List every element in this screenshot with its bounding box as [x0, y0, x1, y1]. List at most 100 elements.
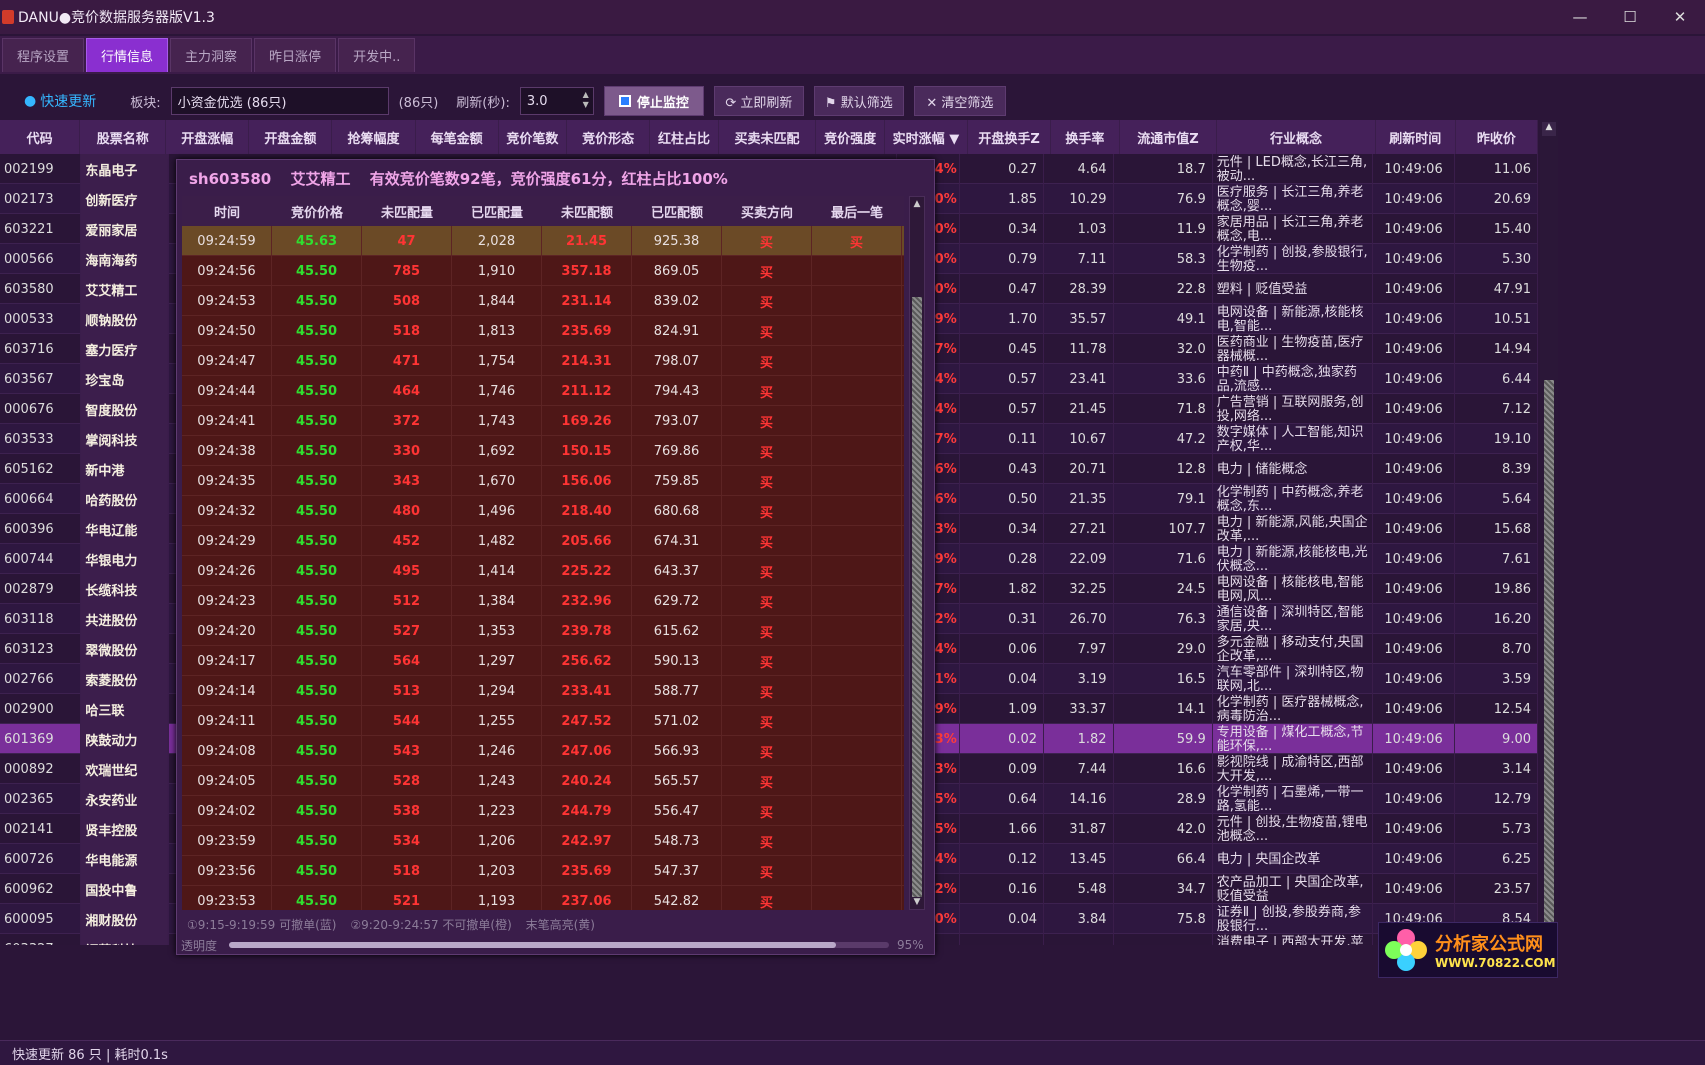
auction-row[interactable]: 09:24:56 45.50 785 1,910 357.18 869.05 买 — [182, 256, 904, 286]
cell-t3 — [1114, 934, 1213, 945]
auction-cell — [812, 736, 902, 766]
cell-code: 000676 — [0, 394, 82, 424]
auction-column-header[interactable]: 最后一笔 — [812, 196, 902, 226]
column-header[interactable]: 代码 — [0, 120, 81, 154]
popup-scrollbar[interactable]: ▲ ▼ — [909, 196, 925, 910]
auction-cell — [812, 496, 902, 526]
auction-row[interactable]: 09:24:53 45.50 508 1,844 231.14 839.02 买 — [182, 286, 904, 316]
tab-yesterday-limit[interactable]: 昨日涨停 — [254, 38, 337, 72]
auction-row[interactable]: 09:24:14 45.50 513 1,294 233.41 588.77 买 — [182, 676, 904, 706]
auction-cell: 156.06 — [542, 466, 632, 496]
column-header[interactable]: 开盘金额 — [249, 120, 333, 154]
auction-row[interactable]: 09:23:59 45.50 534 1,206 242.97 548.73 买 — [182, 826, 904, 856]
stop-monitor-button[interactable]: 停止监控 — [603, 86, 704, 116]
auction-column-header[interactable]: 时间 — [182, 196, 272, 226]
cell-name: 长缆科技 — [81, 574, 169, 604]
auction-row[interactable]: 09:23:53 45.50 521 1,193 237.06 542.82 买 — [182, 886, 904, 910]
auction-cell: 45.50 — [272, 406, 362, 436]
tab-market-info[interactable]: 行情信息 — [86, 38, 169, 72]
default-filter-button[interactable]: ⚑ 默认筛选 — [813, 86, 904, 116]
column-header[interactable]: 买卖未匹配 — [719, 120, 817, 154]
column-header[interactable]: 竞价强度 — [816, 120, 885, 154]
auction-column-header[interactable]: 买卖方向 — [722, 196, 812, 226]
auction-column-header[interactable]: 竞价价格 — [272, 196, 362, 226]
clear-filter-button[interactable]: ✕ 清空筛选 — [913, 86, 1006, 116]
auction-row[interactable]: 09:24:59 45.63 47 2,028 21.45 925.38 买买 — [182, 226, 904, 256]
tab-settings[interactable]: 程序设置 — [2, 38, 85, 72]
column-header[interactable]: 红柱占比 — [650, 120, 719, 154]
column-header[interactable]: 实时涨幅 ▼ — [885, 120, 968, 154]
refresh-interval-stepper[interactable]: 3.0 ▲ ▼ — [519, 87, 594, 115]
auction-cell: 214.31 — [542, 346, 632, 376]
column-header[interactable]: 抢筹幅度 — [332, 120, 416, 154]
auction-column-header[interactable]: 已匹配量 — [452, 196, 542, 226]
column-header[interactable]: 竞价形态 — [567, 120, 651, 154]
opacity-slider[interactable] — [229, 942, 889, 948]
auction-cell — [812, 886, 902, 910]
auction-row[interactable]: 09:24:20 45.50 527 1,353 239.78 615.62 买 — [182, 616, 904, 646]
cell-code: 000533 — [0, 304, 82, 334]
auction-row[interactable]: 09:24:05 45.50 528 1,243 240.24 565.57 买 — [182, 766, 904, 796]
auction-cell: 买 — [722, 706, 812, 736]
cell-code: 605162 — [0, 454, 82, 484]
scroll-thumb[interactable] — [1544, 380, 1554, 940]
cell-time: 10:49:06 — [1373, 394, 1455, 424]
auction-row[interactable]: 09:24:29 45.50 452 1,482 205.66 674.31 买 — [182, 526, 904, 556]
popup-scroll-thumb[interactable] — [912, 297, 922, 897]
auction-row[interactable]: 09:24:35 45.50 343 1,670 156.06 759.85 买 — [182, 466, 904, 496]
auction-row[interactable]: 09:24:44 45.50 464 1,746 211.12 794.43 买 — [182, 376, 904, 406]
scroll-up-icon[interactable]: ▲ — [1542, 122, 1556, 136]
fast-update-toggle[interactable]: 快速更新 — [40, 91, 96, 111]
auction-row[interactable]: 09:24:23 45.50 512 1,384 232.96 629.72 买 — [182, 586, 904, 616]
cell-ind: 多元金融 | 移动支付,央国企改革,... — [1213, 634, 1374, 664]
maximize-button[interactable]: ☐ — [1605, 0, 1655, 34]
column-header[interactable]: 行业概念 — [1217, 120, 1376, 154]
cell-ind: 汽车零部件 | 深圳特区,物联网,北... — [1213, 664, 1374, 694]
note-cancelable: ①9:15-9:19:59 可撤单(蓝) — [187, 918, 337, 932]
column-header[interactable]: 刷新时间 — [1376, 120, 1456, 154]
column-header[interactable]: 昨收价 — [1456, 120, 1538, 154]
auction-row[interactable]: 09:24:47 45.50 471 1,754 214.31 798.07 买 — [182, 346, 904, 376]
auction-row[interactable]: 09:24:26 45.50 495 1,414 225.22 643.37 买 — [182, 556, 904, 586]
tab-main-insight[interactable]: 主力洞察 — [170, 38, 253, 72]
popup-scroll-down-icon[interactable]: ▼ — [910, 895, 924, 909]
cell-name: 智度股份 — [81, 394, 169, 424]
cell-t1: 1.66 — [960, 814, 1045, 844]
column-header[interactable]: 开盘换手Z — [968, 120, 1052, 154]
auction-cell: 357.18 — [542, 256, 632, 286]
auction-column-header[interactable]: 已匹配额 — [632, 196, 722, 226]
cell-t3: 16.5 — [1114, 664, 1213, 694]
auction-row[interactable]: 09:23:56 45.50 518 1,203 235.69 547.37 买 — [182, 856, 904, 886]
column-header[interactable]: 竞价笔数 — [499, 120, 568, 154]
tab-in-development[interactable]: 开发中.. — [338, 38, 416, 72]
auction-row[interactable]: 09:24:17 45.50 564 1,297 256.62 590.13 买 — [182, 646, 904, 676]
auction-cell: 518 — [362, 316, 452, 346]
auction-cell: 45.50 — [272, 556, 362, 586]
auction-row[interactable]: 09:24:11 45.50 544 1,255 247.52 571.02 买 — [182, 706, 904, 736]
cell-t3: 24.5 — [1114, 574, 1213, 604]
cell-t3: 14.1 — [1114, 694, 1213, 724]
column-header[interactable]: 开盘涨幅 — [166, 120, 250, 154]
stepper-arrows-icon[interactable]: ▲ ▼ — [583, 90, 589, 110]
auction-row[interactable]: 09:24:02 45.50 538 1,223 244.79 556.47 买 — [182, 796, 904, 826]
auction-row[interactable]: 09:24:41 45.50 372 1,743 169.26 793.07 买 — [182, 406, 904, 436]
minimize-button[interactable]: — — [1555, 0, 1605, 34]
column-header[interactable]: 换手率 — [1051, 120, 1120, 154]
auction-column-header[interactable]: 未匹配额 — [542, 196, 632, 226]
auction-cell: 521 — [362, 886, 452, 910]
column-header[interactable]: 流通市值Z — [1120, 120, 1218, 154]
column-header[interactable]: 股票名称 — [80, 120, 167, 154]
auction-row[interactable]: 09:24:38 45.50 330 1,692 150.15 769.86 买 — [182, 436, 904, 466]
popup-scroll-up-icon[interactable]: ▲ — [910, 197, 924, 211]
auction-column-header[interactable]: 未匹配量 — [362, 196, 452, 226]
sector-select[interactable]: 小资金优选 (86只) — [170, 87, 389, 115]
auction-row[interactable]: 09:24:32 45.50 480 1,496 218.40 680.68 买 — [182, 496, 904, 526]
grid-scrollbar[interactable]: ▲ — [1540, 120, 1558, 946]
auction-row[interactable]: 09:24:50 45.50 518 1,813 235.69 824.91 买 — [182, 316, 904, 346]
close-button[interactable]: ✕ — [1655, 0, 1705, 34]
column-header[interactable]: 每笔金额 — [416, 120, 499, 154]
auction-row[interactable]: 09:24:08 45.50 543 1,246 247.06 566.93 买 — [182, 736, 904, 766]
refresh-now-button[interactable]: ⟳ 立即刷新 — [713, 86, 804, 116]
cell-t1: 0.12 — [960, 844, 1045, 874]
auction-cell — [812, 376, 902, 406]
